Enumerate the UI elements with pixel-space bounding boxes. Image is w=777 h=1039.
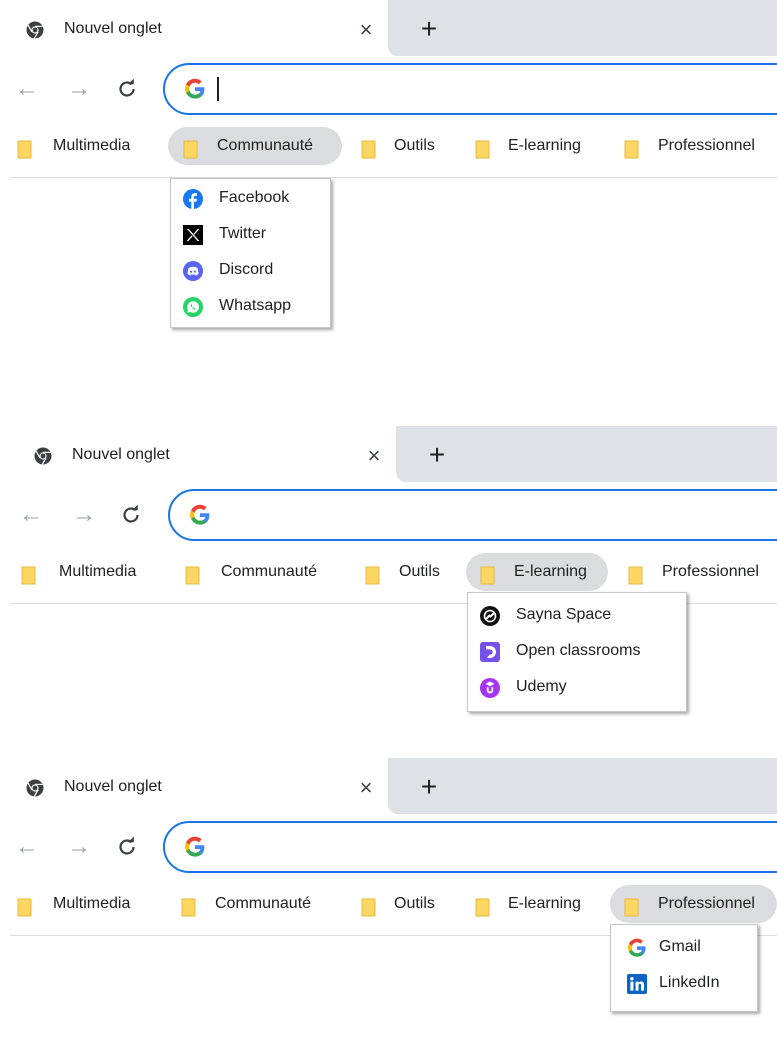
menu-item-discord[interactable]: Discord — [171, 253, 330, 289]
chrome-icon — [26, 21, 44, 39]
folder-icon — [361, 898, 376, 917]
forward-button[interactable]: → — [71, 501, 97, 529]
forward-button[interactable]: → — [66, 833, 92, 861]
folder-icon — [17, 898, 32, 917]
tab-new-tab[interactable]: Nouvel onglet × — [0, 758, 388, 814]
menu-item-twitter[interactable]: Twitter — [171, 217, 330, 253]
menu-item-udemy[interactable]: Udemy — [468, 670, 686, 706]
folder-icon — [480, 566, 495, 585]
tab-title: Nouvel onglet — [72, 446, 170, 463]
chrome-icon — [26, 779, 44, 797]
address-bar[interactable] — [163, 821, 777, 873]
address-bar[interactable] — [163, 63, 777, 115]
facebook-icon — [183, 189, 203, 209]
text-cursor — [217, 77, 219, 101]
bookmark-folder-outils[interactable]: Outils — [356, 553, 460, 591]
linkedin-icon — [627, 974, 647, 994]
reload-icon[interactable] — [116, 836, 138, 858]
bookmark-folder-multimedia[interactable]: Multimedia — [10, 127, 158, 165]
bookmark-folder-menu: Sayna Space Open classrooms Udemy — [467, 592, 687, 712]
google-g-icon — [185, 836, 205, 857]
menu-item-open-classrooms[interactable]: Open classrooms — [468, 634, 686, 670]
folder-icon — [183, 140, 198, 159]
folder-icon — [628, 566, 643, 585]
bookmark-folder-multimedia[interactable]: Multimedia — [10, 885, 158, 923]
folder-icon — [624, 140, 639, 159]
bookmark-folder-professionnel[interactable]: Professionnel — [614, 127, 777, 165]
folder-icon — [181, 898, 196, 917]
bookmark-folder-e-learning[interactable]: E-learning — [466, 885, 602, 923]
close-tab-button[interactable]: × — [354, 776, 378, 800]
browser-window-3: Nouvel onglet × + ← → Multimedia Communa… — [0, 758, 777, 1039]
menu-item-linkedin[interactable]: LinkedIn — [611, 966, 757, 1002]
bookmark-folder-e-learning[interactable]: E-learning — [466, 553, 608, 591]
tab-new-tab[interactable]: Nouvel onglet × — [0, 0, 388, 56]
openclassrooms-icon — [480, 642, 500, 662]
discord-icon — [183, 261, 203, 281]
udemy-icon — [480, 678, 500, 698]
menu-item-facebook[interactable]: Facebook — [171, 181, 330, 217]
browser-window-2: Nouvel onglet × + ← → Multimedia Communa… — [0, 426, 777, 766]
tab-new-tab[interactable]: Nouvel onglet × — [8, 426, 396, 482]
tab-title: Nouvel onglet — [64, 778, 162, 795]
close-tab-button[interactable]: × — [362, 444, 386, 468]
sayna-icon — [480, 606, 500, 626]
forward-button[interactable]: → — [66, 75, 92, 103]
bookmark-folder-communaute[interactable]: Communauté — [176, 553, 346, 591]
new-tab-button[interactable]: + — [416, 15, 442, 43]
new-tab-button[interactable]: + — [416, 773, 442, 801]
folder-icon — [17, 140, 32, 159]
address-bar[interactable] — [168, 489, 777, 541]
google-icon — [628, 938, 646, 957]
bookmark-folder-professionnel[interactable]: Professionnel — [618, 553, 777, 591]
tab-title: Nouvel onglet — [64, 20, 162, 37]
folder-icon — [361, 140, 376, 159]
tab-strip: Nouvel onglet × + — [0, 0, 777, 56]
bookmark-folder-professionnel[interactable]: Professionnel — [610, 885, 777, 923]
bookmark-folder-menu: Facebook Twitter Discord Whatsapp — [170, 178, 331, 328]
menu-item-whatsapp[interactable]: Whatsapp — [171, 289, 330, 325]
x-twitter-icon — [183, 225, 203, 245]
folder-icon — [365, 566, 380, 585]
menu-item-sayna-space[interactable]: Sayna Space — [468, 598, 686, 634]
tab-strip: Nouvel onglet × + — [8, 426, 777, 482]
back-button[interactable]: ← — [14, 833, 40, 861]
whatsapp-icon — [183, 297, 203, 317]
google-g-icon — [190, 504, 210, 525]
bookmark-folder-communaute[interactable]: Communauté — [168, 127, 342, 165]
google-g-icon — [185, 78, 205, 99]
bookmark-folder-outils[interactable]: Outils — [352, 885, 456, 923]
back-button[interactable]: ← — [18, 501, 44, 529]
bookmark-folder-outils[interactable]: Outils — [352, 127, 456, 165]
folder-icon — [624, 898, 639, 917]
chrome-icon — [34, 447, 52, 465]
bookmark-folder-multimedia[interactable]: Multimedia — [14, 553, 162, 591]
new-tab-button[interactable]: + — [424, 441, 450, 469]
folder-icon — [475, 898, 490, 917]
bookmark-folder-communaute[interactable]: Communauté — [172, 885, 342, 923]
back-button[interactable]: ← — [14, 75, 40, 103]
folder-icon — [185, 566, 200, 585]
bookmark-folder-menu: Gmail LinkedIn — [610, 924, 758, 1012]
browser-window-1: Nouvel onglet × + ← → Multimedia Communa… — [0, 0, 777, 340]
close-tab-button[interactable]: × — [354, 18, 378, 42]
menu-item-gmail[interactable]: Gmail — [611, 930, 757, 966]
reload-icon[interactable] — [120, 504, 142, 526]
tab-strip: Nouvel onglet × + — [0, 758, 777, 814]
reload-icon[interactable] — [116, 78, 138, 100]
folder-icon — [475, 140, 490, 159]
folder-icon — [21, 566, 36, 585]
bookmark-folder-e-learning[interactable]: E-learning — [466, 127, 606, 165]
bookmarks-bar: Multimedia Communauté Outils E-learning … — [0, 122, 777, 174]
